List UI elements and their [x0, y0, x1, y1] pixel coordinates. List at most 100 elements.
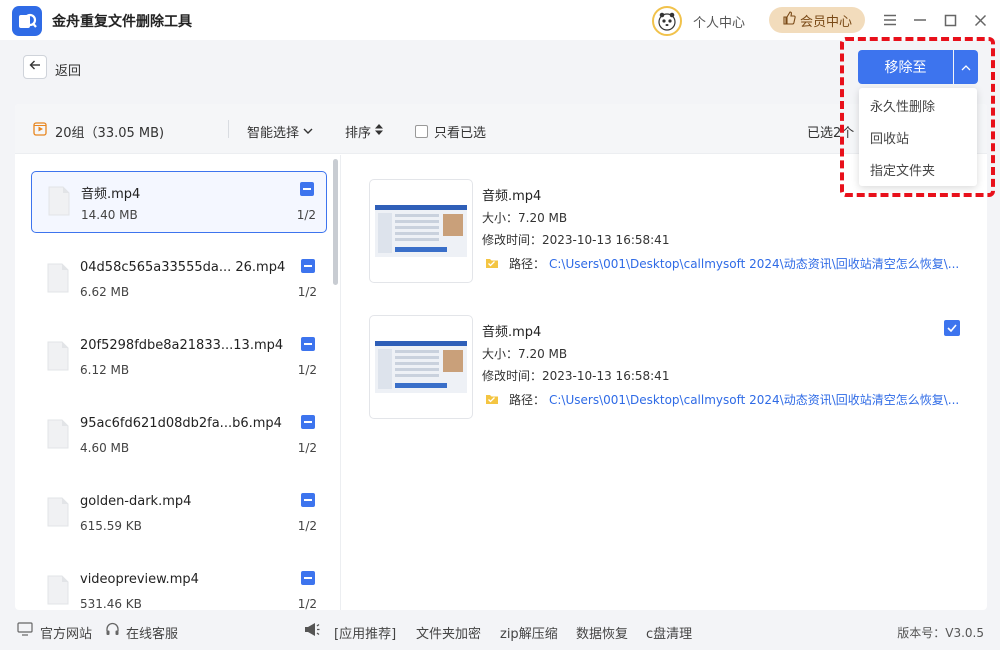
detail-file-name: 音频.mp4	[482, 189, 542, 204]
file-name: videopreview.mp4	[80, 572, 199, 587]
file-checkbox-checked[interactable]	[944, 320, 960, 336]
file-size: 6.12 MB	[80, 363, 130, 377]
file-icon	[47, 263, 69, 293]
file-size: 6.62 MB	[80, 285, 130, 299]
sort-button[interactable]: 排序	[345, 122, 384, 141]
video-icon	[33, 122, 47, 136]
menu-item-recycle-bin[interactable]: 回收站	[859, 124, 977, 156]
file-group-list: 音频.mp4 14.40 MB 1/2 04d58c565a33555da...…	[15, 155, 341, 610]
data-recovery-link[interactable]: 数据恢复	[576, 623, 628, 642]
detail-file-size: 大小：7.20 MB	[482, 347, 568, 361]
minimize-icon[interactable]	[910, 10, 930, 30]
main-panel: 20组（33.05 MB) 智能选择 排序 只看已选 已选2个 音频.mp4 1…	[15, 104, 987, 610]
c-clean-link[interactable]: c盘清理	[646, 623, 692, 642]
app-title: 金舟重复文件删除工具	[52, 14, 192, 30]
version-label: 版本号：V3.0.5	[897, 626, 984, 640]
list-item[interactable]: golden-dark.mp4 615.59 KB 1/2	[31, 483, 327, 545]
partial-checkbox[interactable]	[301, 415, 315, 429]
file-icon	[47, 419, 69, 449]
partial-checkbox[interactable]	[301, 337, 315, 351]
maximize-icon[interactable]	[940, 10, 960, 30]
headset-icon	[105, 622, 120, 641]
file-icon	[47, 575, 69, 605]
file-name: 04d58c565a33555da... 26.mp4	[80, 260, 286, 275]
detail-path-label: 路径：	[509, 257, 546, 271]
file-name: 20f5298fdbe8a21833...13.mp4	[80, 338, 284, 353]
vip-center-button[interactable]: 会员中心	[769, 7, 865, 33]
sort-icon	[375, 124, 384, 139]
list-item[interactable]: videopreview.mp4 531.46 KB 1/2	[31, 561, 327, 610]
list-item[interactable]: 95ac6fd621d08db2fa...b6.mp4 4.60 MB 1/2	[31, 405, 327, 467]
file-icon	[47, 497, 69, 527]
file-count: 1/2	[297, 597, 317, 610]
detail-modified-time: 修改时间：2023-10-13 16:58:41	[482, 233, 670, 247]
list-item[interactable]: 04d58c565a33555da... 26.mp4 6.62 MB 1/2	[31, 249, 327, 311]
file-name: 音频.mp4	[81, 187, 141, 202]
list-item[interactable]: 20f5298fdbe8a21833...13.mp4 6.12 MB 1/2	[31, 327, 327, 389]
file-size: 615.59 KB	[80, 519, 142, 533]
detail-file-name: 音频.mp4	[482, 325, 542, 340]
sort-label: 排序	[345, 126, 372, 141]
list-item[interactable]: 音频.mp4 14.40 MB 1/2	[31, 171, 327, 233]
smart-select-label: 智能选择	[247, 126, 300, 141]
file-count: 1/2	[297, 363, 317, 377]
detail-path-link[interactable]: C:\Users\001\Desktop\callmysoft 2024\动态资…	[549, 391, 969, 408]
menu-item-specified-folder[interactable]: 指定文件夹	[859, 156, 977, 188]
checkbox[interactable]	[415, 125, 428, 138]
partial-checkbox[interactable]	[301, 493, 315, 507]
partial-checkbox[interactable]	[301, 571, 315, 585]
close-icon[interactable]	[970, 10, 990, 30]
partial-checkbox[interactable]	[300, 182, 314, 196]
online-service-link[interactable]: 在线客服	[126, 623, 178, 642]
file-count: 1/2	[296, 208, 316, 222]
file-count: 1/2	[297, 519, 317, 533]
chevron-up-icon	[961, 60, 971, 75]
monitor-icon	[17, 622, 33, 640]
arrow-left-icon	[29, 59, 41, 75]
video-thumbnail	[369, 179, 473, 283]
file-size: 14.40 MB	[81, 208, 138, 222]
smart-select-dropdown[interactable]: 智能选择	[247, 122, 313, 141]
personal-center-link[interactable]: 个人中心	[693, 12, 745, 31]
scrollbar[interactable]	[333, 159, 338, 285]
duplicate-file-card: 音频.mp4 大小：7.20 MB 修改时间：2023-10-13 16:58:…	[369, 179, 969, 299]
footer: 官方网站 在线客服 [应用推荐] 文件夹加密 zip解压缩 数据恢复 c盘清理 …	[0, 612, 1000, 650]
detail-modified-time: 修改时间：2023-10-13 16:58:41	[482, 369, 670, 383]
only-selected-checkbox[interactable]: 只看已选	[415, 122, 486, 141]
group-summary: 20组（33.05 MB)	[55, 126, 165, 141]
menu-item-permanent-delete[interactable]: 永久性删除	[859, 92, 977, 124]
toolbar-divider	[228, 120, 229, 138]
file-name: golden-dark.mp4	[80, 494, 192, 509]
selected-count: 已选2个	[807, 126, 855, 141]
back-label[interactable]: 返回	[55, 60, 81, 79]
avatar[interactable]	[652, 6, 682, 36]
menu-icon[interactable]	[880, 10, 900, 30]
zip-link[interactable]: zip解压缩	[500, 623, 558, 642]
file-count: 1/2	[297, 285, 317, 299]
detail-file-size: 大小：7.20 MB	[482, 211, 568, 225]
move-to-button[interactable]: 移除至	[858, 50, 953, 84]
folder-icon	[485, 257, 499, 269]
app-recommend-label: [应用推荐]	[334, 627, 397, 642]
partial-checkbox[interactable]	[301, 259, 315, 273]
title-bar: 金舟重复文件删除工具 个人中心 会员中心	[0, 0, 1000, 40]
folder-encrypt-link[interactable]: 文件夹加密	[416, 623, 481, 642]
official-website-link[interactable]: 官方网站	[40, 623, 92, 642]
only-selected-label: 只看已选	[434, 126, 487, 141]
file-count: 1/2	[297, 441, 317, 455]
vip-center-label: 会员中心	[799, 14, 852, 30]
app-logo-icon	[12, 6, 42, 36]
move-to-dropdown-toggle[interactable]	[954, 50, 978, 84]
file-icon	[47, 341, 69, 371]
detail-path-link[interactable]: C:\Users\001\Desktop\callmysoft 2024\动态资…	[549, 255, 969, 272]
back-button[interactable]	[23, 55, 47, 79]
file-name: 95ac6fd621d08db2fa...b6.mp4	[80, 416, 282, 431]
move-to-menu: 永久性删除 回收站 指定文件夹	[859, 88, 977, 186]
file-size: 531.46 KB	[80, 597, 142, 610]
detail-path-label: 路径：	[509, 393, 546, 407]
duplicate-file-card: 音频.mp4 大小：7.20 MB 修改时间：2023-10-13 16:58:…	[369, 315, 969, 435]
toolbar: 20组（33.05 MB) 智能选择 排序 只看已选 已选2个	[15, 104, 987, 154]
folder-icon	[485, 393, 499, 405]
file-size: 4.60 MB	[80, 441, 130, 455]
megaphone-icon	[303, 622, 321, 641]
